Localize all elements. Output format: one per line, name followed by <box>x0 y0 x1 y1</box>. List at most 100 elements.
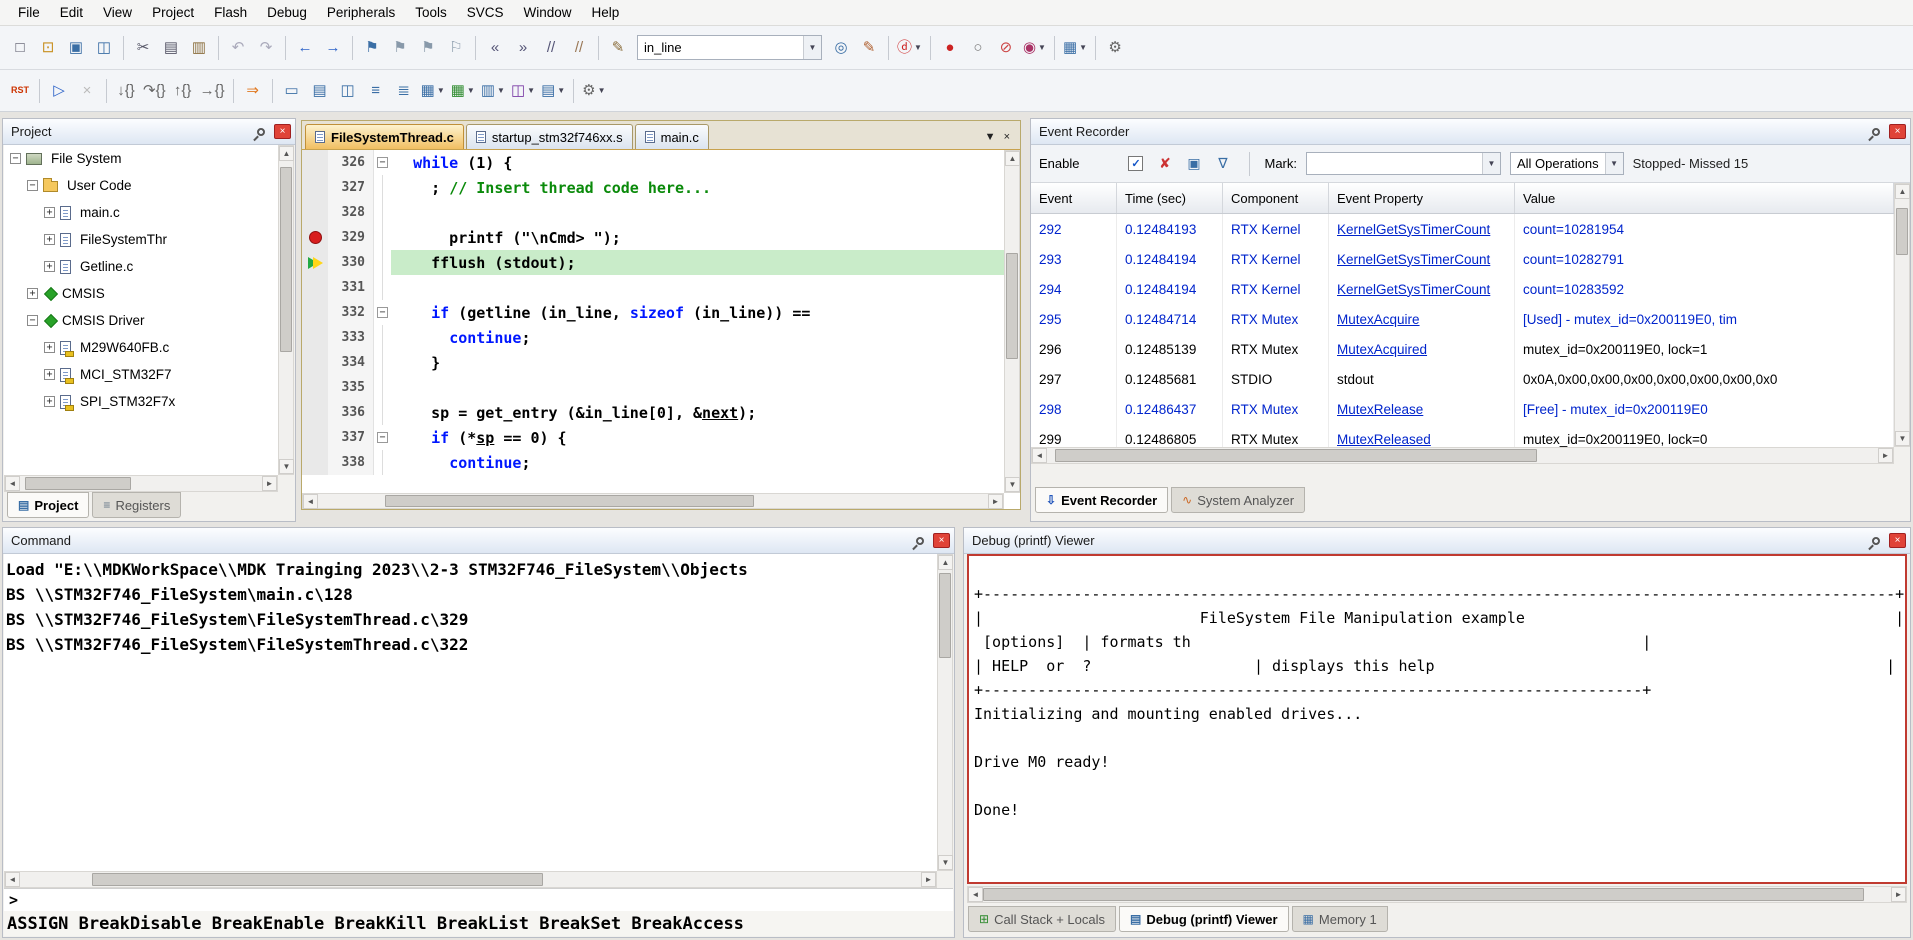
code-line-330[interactable]: 330 fflush (stdout); <box>302 250 1004 275</box>
breakpoint-margin[interactable] <box>302 425 328 450</box>
collapse-icon[interactable]: − <box>27 315 38 326</box>
bookmark-toggle-button[interactable]: ⚑ <box>358 34 386 61</box>
incremental-find-button[interactable]: ✎ <box>855 34 883 61</box>
fold-margin[interactable] <box>374 350 391 375</box>
fold-margin[interactable]: − <box>374 150 391 175</box>
event-property-link[interactable]: MutexReleased <box>1337 432 1431 447</box>
event-row-296[interactable]: 296 0.12485139 RTX Mutex MutexAcquired m… <box>1031 334 1894 364</box>
expand-icon[interactable]: + <box>27 288 38 299</box>
find-in-files-button[interactable]: ◎ <box>827 34 855 61</box>
scroll-thumb[interactable] <box>983 888 1864 901</box>
analysis-window-button[interactable]: ◫▼ <box>508 77 538 104</box>
save-all-button[interactable]: ◫ <box>90 34 118 61</box>
navigate-back-button[interactable]: ← <box>291 34 319 61</box>
scroll-thumb[interactable] <box>1006 253 1018 359</box>
pin-icon[interactable] <box>1867 533 1885 549</box>
scroll-up-icon[interactable]: ▲ <box>938 555 953 570</box>
doc-tab-main-c[interactable]: main.c <box>635 124 709 149</box>
menu-peripherals[interactable]: Peripherals <box>317 1 405 24</box>
fold-margin[interactable] <box>374 175 391 200</box>
scroll-right-icon[interactable]: ► <box>262 476 277 491</box>
step-over-button[interactable]: ↷{} <box>140 77 169 104</box>
menu-svcs[interactable]: SVCS <box>457 1 514 24</box>
menu-tools[interactable]: Tools <box>405 1 457 24</box>
run-button[interactable]: ▷ <box>45 77 73 104</box>
scroll-left-icon[interactable]: ◄ <box>5 476 20 491</box>
run-to-cursor-button[interactable]: →{} <box>197 77 228 104</box>
kill-all-breakpoints-button[interactable]: ⊘ <box>992 34 1020 61</box>
fold-margin[interactable] <box>374 400 391 425</box>
collapse-icon[interactable]: − <box>27 180 38 191</box>
tab-call-stack-locals[interactable]: ⊞Call Stack + Locals <box>968 906 1116 932</box>
scroll-down-icon[interactable]: ▼ <box>1005 477 1020 492</box>
column-header-time-sec[interactable]: Time (sec) <box>1117 183 1223 213</box>
clear-events-button[interactable]: ✘ <box>1152 152 1177 176</box>
menu-window[interactable]: Window <box>513 1 581 24</box>
breakpoint-margin[interactable] <box>302 150 328 175</box>
disassembly-window-button[interactable]: ▤ <box>306 77 334 104</box>
breakpoint-margin[interactable] <box>302 225 328 250</box>
menu-view[interactable]: View <box>93 1 142 24</box>
breakpoint-margin[interactable] <box>302 250 328 275</box>
debug-viewer-output[interactable]: +---------------------------------------… <box>967 554 1907 884</box>
breakpoint-margin[interactable] <box>302 175 328 200</box>
fold-collapse-icon[interactable]: − <box>377 432 388 443</box>
code-line-333[interactable]: 333 continue; <box>302 325 1004 350</box>
column-header-component[interactable]: Component <box>1223 183 1329 213</box>
doc-tab-filesystemthread-c[interactable]: FileSystemThread.c <box>305 124 464 149</box>
tree-item-m29w640fb-c[interactable]: + M29W640FB.c <box>4 334 278 361</box>
breakpoint-margin[interactable] <box>302 325 328 350</box>
scroll-left-icon[interactable]: ◄ <box>5 872 20 887</box>
pin-icon[interactable] <box>911 533 929 549</box>
fold-margin[interactable] <box>374 275 391 300</box>
filter-events-button[interactable]: ∇ <box>1210 152 1235 176</box>
tab-system-analyzer[interactable]: ∿System Analyzer <box>1171 487 1305 513</box>
scroll-up-icon[interactable]: ▲ <box>1895 184 1910 199</box>
bookmark-clear-all-button[interactable]: ⚐ <box>442 34 470 61</box>
expand-icon[interactable]: + <box>44 261 55 272</box>
project-hscrollbar[interactable]: ◄ ► <box>4 475 278 492</box>
undo-button[interactable]: ↶ <box>224 34 252 61</box>
save-button[interactable]: ▣ <box>62 34 90 61</box>
mark-combo[interactable]: ▼ <box>1306 152 1501 175</box>
scroll-up-icon[interactable]: ▲ <box>1005 151 1020 166</box>
code-area[interactable]: 326− while (1) {327 ; // Insert thread c… <box>302 150 1004 493</box>
uncomment-selection-button[interactable]: // <box>565 34 593 61</box>
show-next-statement-button[interactable]: ⇒ <box>239 77 267 104</box>
close-icon[interactable]: × <box>1889 124 1906 139</box>
comment-selection-button[interactable]: // <box>537 34 565 61</box>
breakpoint-margin[interactable] <box>302 275 328 300</box>
serial-window-button[interactable]: ▥▼ <box>478 77 508 104</box>
doc-tab-startup-stm32f746xx-s[interactable]: startup_stm32f746xx.s <box>466 124 633 149</box>
menu-project[interactable]: Project <box>142 1 204 24</box>
redo-button[interactable]: ↷ <box>252 34 280 61</box>
scroll-right-icon[interactable]: ► <box>1891 887 1906 902</box>
code-line-329[interactable]: 329 printf ("\nCmd> "); <box>302 225 1004 250</box>
code-line-326[interactable]: 326− while (1) { <box>302 150 1004 175</box>
chevron-down-icon[interactable]: ▼ <box>1482 153 1500 174</box>
scroll-thumb[interactable] <box>92 873 543 886</box>
fold-collapse-icon[interactable]: − <box>377 307 388 318</box>
event-property-link[interactable]: KernelGetSysTimerCount <box>1337 282 1490 297</box>
tree-item-file-system[interactable]: − File System <box>4 145 278 172</box>
configure-find-button[interactable]: ✎ <box>604 34 632 61</box>
system-viewer-button[interactable]: ▦▼ <box>1060 34 1090 61</box>
project-vscrollbar[interactable]: ▲ ▼ <box>278 145 294 475</box>
column-header-event-property[interactable]: Event Property <box>1329 183 1515 213</box>
tree-item-cmsis-driver[interactable]: − CMSIS Driver <box>4 307 278 334</box>
fold-margin[interactable]: − <box>374 300 391 325</box>
menu-file[interactable]: File <box>8 1 50 24</box>
fold-margin[interactable] <box>374 325 391 350</box>
debug-session-button[interactable]: ⓓ▼ <box>894 34 925 61</box>
close-icon[interactable]: × <box>1889 533 1906 548</box>
menu-debug[interactable]: Debug <box>257 1 317 24</box>
system-viewer-window-button[interactable]: ▤▼ <box>538 77 568 104</box>
toggle-breakpoint-button[interactable]: ● <box>936 34 964 61</box>
scroll-thumb[interactable] <box>25 477 131 490</box>
open-file-button[interactable]: ⊡ <box>34 34 62 61</box>
bookmark-next-button[interactable]: ⚑ <box>414 34 442 61</box>
editor-hscrollbar[interactable]: ◄ ► <box>302 493 1004 509</box>
scroll-thumb[interactable] <box>939 573 951 659</box>
close-icon[interactable]: × <box>274 124 291 139</box>
expand-icon[interactable]: + <box>44 369 55 380</box>
